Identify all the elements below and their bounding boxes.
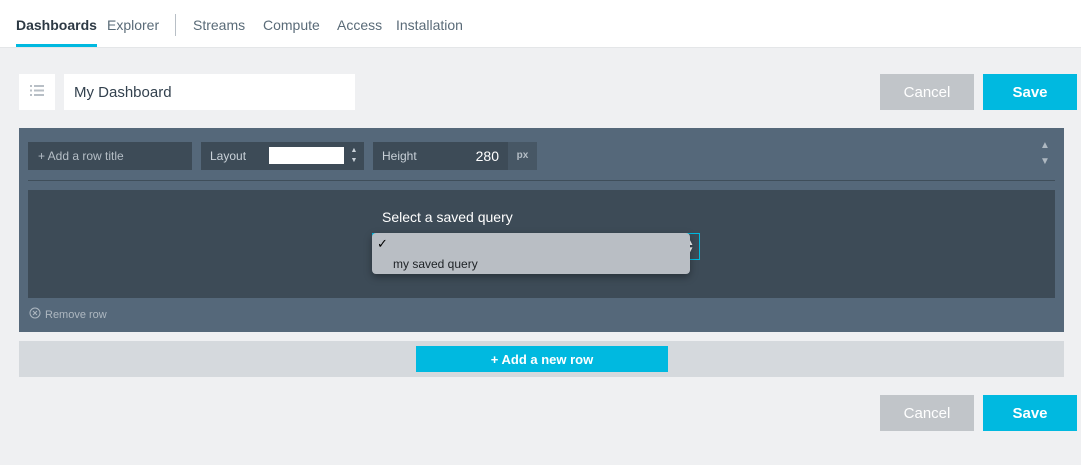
nav-tab-streams[interactable]: Streams xyxy=(193,0,245,47)
cancel-button[interactable]: Cancel xyxy=(880,74,974,110)
layout-input[interactable] xyxy=(269,147,344,164)
nav-divider xyxy=(175,14,176,36)
layout-stepper[interactable]: ▲ ▼ xyxy=(349,146,359,166)
dashboard-row: Layout ▲ ▼ Height 280 px ▲ ▼ Select a sa… xyxy=(19,128,1064,332)
query-area: Select a saved query ▲ ▼ ✓ my saved query xyxy=(28,190,1055,298)
list-icon xyxy=(30,83,44,101)
saved-query-dropdown: ✓ my saved query xyxy=(372,233,690,274)
nav-tab-installation[interactable]: Installation xyxy=(396,0,463,47)
top-navigation: Dashboards Explorer Streams Compute Acce… xyxy=(0,0,1081,48)
remove-row-button[interactable]: Remove row xyxy=(29,307,107,322)
footer-cancel-button[interactable]: Cancel xyxy=(880,395,974,431)
checkmark-icon: ✓ xyxy=(377,236,388,251)
dashboard-title-input[interactable] xyxy=(64,74,355,110)
height-unit: px xyxy=(508,142,537,170)
nav-tab-explorer[interactable]: Explorer xyxy=(107,0,159,47)
nav-tab-compute[interactable]: Compute xyxy=(263,0,320,47)
layout-label: Layout xyxy=(210,149,247,163)
stepper-up-icon: ▲ xyxy=(350,147,358,154)
move-down-icon[interactable]: ▼ xyxy=(1038,154,1052,170)
row-divider xyxy=(28,180,1055,181)
height-value[interactable]: 280 xyxy=(476,142,499,170)
dropdown-option-saved-query[interactable]: my saved query xyxy=(393,257,478,271)
layout-field: Layout ▲ ▼ xyxy=(201,142,364,170)
nav-tab-access[interactable]: Access xyxy=(337,0,382,47)
add-row-bar: + Add a new row xyxy=(19,341,1064,377)
circle-x-icon xyxy=(29,307,41,322)
height-label: Height xyxy=(382,149,417,163)
dashboard-menu-button[interactable] xyxy=(19,74,55,110)
stepper-down-icon: ▼ xyxy=(350,157,358,164)
nav-tab-dashboards[interactable]: Dashboards xyxy=(16,0,97,47)
footer-save-button[interactable]: Save xyxy=(983,395,1077,431)
query-label: Select a saved query xyxy=(382,209,513,225)
add-new-row-button[interactable]: + Add a new row xyxy=(416,346,668,372)
move-up-icon[interactable]: ▲ xyxy=(1038,138,1052,154)
save-button[interactable]: Save xyxy=(983,74,1077,110)
row-title-input[interactable] xyxy=(28,142,192,170)
height-field[interactable]: Height 280 px xyxy=(373,142,537,170)
remove-row-label: Remove row xyxy=(45,308,107,321)
row-reorder-controls: ▲ ▼ xyxy=(1038,138,1052,170)
